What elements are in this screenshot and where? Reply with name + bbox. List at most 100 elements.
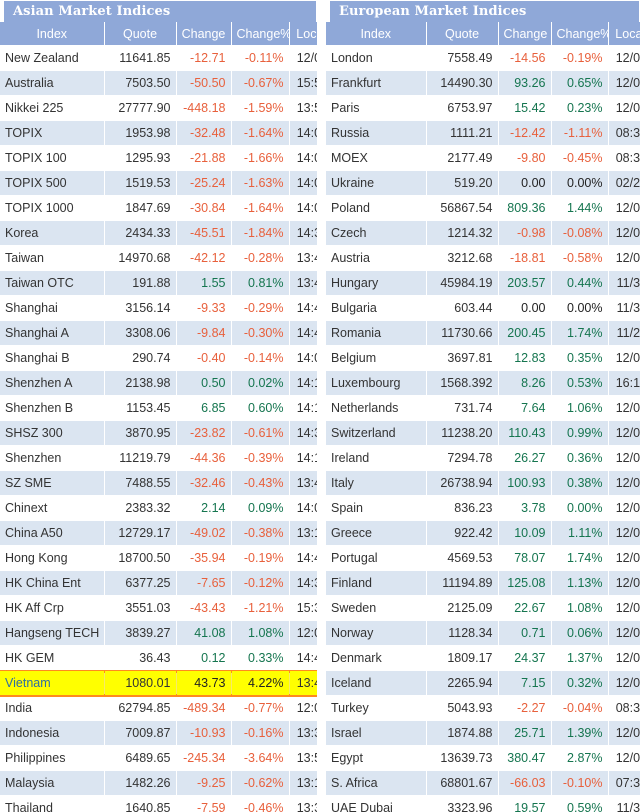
table-row[interactable]: New Zealand11641.85 -12.71 -0.11% 12/01 (0, 45, 317, 71)
cell-index-name[interactable]: Indonesia (0, 720, 105, 746)
cell-index-name[interactable]: Greece (326, 520, 427, 546)
cell-index-name[interactable]: Taiwan OTC (0, 270, 105, 296)
column-header-local[interactable]: Local (289, 22, 317, 46)
table-row[interactable]: Norway1128.34 0.71 0.06% 12/01 (326, 620, 640, 646)
table-row[interactable]: Ireland7294.78 26.27 0.36% 12/01 (326, 445, 640, 471)
table-row[interactable]: Russia1111.21 -12.42 -1.11% 08:31 (326, 120, 640, 146)
table-row[interactable]: Philippines6489.65 -245.34 -3.64% 13:50 (0, 745, 317, 771)
table-row[interactable]: Taiwan14970.68 -42.12 -0.28% 13:49 (0, 245, 317, 271)
table-row[interactable]: Italy26738.94 100.93 0.38% 12/01 (326, 470, 640, 496)
cell-index-name[interactable]: Philippines (0, 745, 105, 771)
table-row[interactable]: Greece922.42 10.09 1.11% 12/01 (326, 520, 640, 546)
cell-index-name[interactable]: Poland (326, 195, 427, 221)
cell-index-name[interactable]: Hangseng TECH (0, 620, 105, 646)
cell-index-name[interactable]: Australia (0, 70, 105, 96)
cell-index-name[interactable]: Israel (326, 720, 427, 746)
table-row[interactable]: Korea2434.33 -45.51 -1.84% 14:30 (0, 220, 317, 246)
cell-index-name[interactable]: Netherlands (326, 395, 427, 421)
cell-index-name[interactable]: India (0, 695, 105, 721)
cell-index-name[interactable]: Norway (326, 620, 427, 646)
cell-index-name[interactable]: Shanghai A (0, 320, 105, 346)
cell-index-name[interactable]: SZ SME (0, 470, 105, 496)
cell-index-name[interactable]: Shenzhen A (0, 370, 105, 396)
column-header-changepct[interactable]: Change% (551, 22, 609, 46)
table-row[interactable]: Sweden2125.09 22.67 1.08% 12/01 (326, 595, 640, 621)
table-row[interactable]: Frankfurt14490.30 93.26 0.65% 12/01 (326, 70, 640, 96)
cell-index-name[interactable]: New Zealand (0, 45, 105, 71)
table-row[interactable]: HK GEM36.43 0.12 0.33% 14:40 (0, 645, 317, 671)
table-row[interactable]: HK Aff Crp3551.03 -43.43 -1.21% 15:33 (0, 595, 317, 621)
table-row[interactable]: Shanghai3156.14 -9.33 -0.29% 14:46 (0, 295, 317, 321)
table-row[interactable]: Indonesia7009.87 -10.93 -0.16% 13:37 (0, 720, 317, 746)
table-row[interactable]: Spain836.23 3.78 0.00% 12/01 (326, 495, 640, 521)
table-row[interactable]: India62794.85 -489.34 -0.77% 12:02 (0, 695, 317, 721)
table-row[interactable]: TOPIX 10001847.69 -30.84 -1.64% 14:00 (0, 195, 317, 221)
table-row[interactable]: Taiwan OTC191.88 1.55 0.81% 13:49 (0, 270, 317, 296)
column-header-local[interactable]: Local (608, 22, 640, 46)
cell-index-name[interactable]: Hungary (326, 270, 427, 296)
table-row[interactable]: Shenzhen11219.79 -44.36 -0.39% 14:17 (0, 445, 317, 471)
table-row[interactable]: Luxembourg1568.392 8.26 0.53% 16:13 (326, 370, 640, 396)
table-row[interactable]: Shanghai A3308.06 -9.84 -0.30% 14:47 (0, 320, 317, 346)
cell-index-name[interactable]: Portugal (326, 545, 427, 571)
cell-index-name[interactable]: Hong Kong (0, 545, 105, 571)
table-row[interactable]: Hangseng TECH3839.27 41.08 1.08% 12:00 (0, 620, 317, 646)
cell-index-name[interactable]: Romania (326, 320, 427, 346)
cell-index-name[interactable]: HK GEM (0, 645, 105, 671)
cell-index-name[interactable]: Turkey (326, 695, 427, 721)
column-header-change[interactable]: Change (176, 22, 232, 46)
column-header-changepct[interactable]: Change% (231, 22, 290, 46)
cell-index-name[interactable]: SHSZ 300 (0, 420, 105, 446)
cell-index-name[interactable]: Vietnam (0, 670, 105, 696)
table-row[interactable]: S. Africa68801.67 -66.03 -0.10% 07:34 (326, 770, 640, 796)
table-row[interactable]: Israel1874.88 25.71 1.39% 12/01 (326, 720, 640, 746)
table-row[interactable]: UAE Dubai3323.96 19.57 0.59% 11/30 (326, 795, 640, 812)
table-row[interactable]: Nikkei 22527777.90 -448.18 -1.59% 13:59 (0, 95, 317, 121)
table-row[interactable]: Vietnam1080.01 43.73 4.22% 13:47 (0, 669, 317, 697)
cell-index-name[interactable]: Paris (326, 95, 427, 121)
cell-index-name[interactable]: Malaysia (0, 770, 105, 796)
table-row[interactable]: Finland11194.89 125.08 1.13% 12/01 (326, 570, 640, 596)
cell-index-name[interactable]: Sweden (326, 595, 427, 621)
table-row[interactable]: TOPIX1953.98 -32.48 -1.64% 14:00 (0, 120, 317, 146)
cell-index-name[interactable]: Luxembourg (326, 370, 427, 396)
cell-index-name[interactable]: TOPIX 100 (0, 145, 105, 171)
cell-index-name[interactable]: HK Aff Crp (0, 595, 105, 621)
cell-index-name[interactable]: Ukraine (326, 170, 427, 196)
cell-index-name[interactable]: HK China Ent (0, 570, 105, 596)
table-row[interactable]: Poland56867.54 809.36 1.44% 12/01 (326, 195, 640, 221)
cell-index-name[interactable]: Korea (0, 220, 105, 246)
cell-index-name[interactable]: Italy (326, 470, 427, 496)
cell-index-name[interactable]: S. Africa (326, 770, 427, 796)
column-header-change[interactable]: Change (498, 22, 552, 46)
cell-index-name[interactable]: Czech (326, 220, 427, 246)
table-row[interactable]: Shanghai B290.74 -0.40 -0.14% 14:07 (0, 345, 317, 371)
cell-index-name[interactable]: TOPIX 1000 (0, 195, 105, 221)
cell-index-name[interactable]: Frankfurt (326, 70, 427, 96)
cell-index-name[interactable]: Chinext (0, 495, 105, 521)
cell-index-name[interactable]: London (326, 45, 427, 71)
cell-index-name[interactable]: Shanghai (0, 295, 105, 321)
table-row[interactable]: Australia7503.50 -50.50 -0.67% 15:51 (0, 70, 317, 96)
table-row[interactable]: Egypt13639.73 380.47 2.87% 12/01 (326, 745, 640, 771)
table-row[interactable]: SZ SME7488.55 -32.46 -0.43% 13:40 (0, 470, 317, 496)
cell-index-name[interactable]: Shenzhen (0, 445, 105, 471)
table-row[interactable]: SHSZ 3003870.95 -23.82 -0.61% 14:30 (0, 420, 317, 446)
cell-index-name[interactable]: Austria (326, 245, 427, 271)
table-row[interactable]: HK China Ent6377.25 -7.65 -0.12% 14:32 (0, 570, 317, 596)
table-row[interactable]: Switzerland11238.20 110.43 0.99% 12/01 (326, 420, 640, 446)
cell-index-name[interactable]: Nikkei 225 (0, 95, 105, 121)
column-header-quote[interactable]: Quote (426, 22, 499, 46)
cell-index-name[interactable]: Belgium (326, 345, 427, 371)
column-header-index[interactable]: Index (326, 22, 427, 46)
table-row[interactable]: London7558.49 -14.56 -0.19% 12/01 (326, 45, 640, 71)
table-row[interactable]: Ukraine519.20 0.00 0.00% 02/22 (326, 170, 640, 196)
cell-index-name[interactable]: Thailand (0, 795, 105, 812)
cell-index-name[interactable]: TOPIX (0, 120, 105, 146)
cell-index-name[interactable]: Bulgaria (326, 295, 427, 321)
cell-index-name[interactable]: Spain (326, 495, 427, 521)
cell-index-name[interactable]: Iceland (326, 670, 427, 696)
cell-index-name[interactable]: MOEX (326, 145, 427, 171)
table-row[interactable]: Hong Kong18700.50 -35.94 -0.19% 14:47 (0, 545, 317, 571)
table-row[interactable]: Netherlands731.74 7.64 1.06% 12/01 (326, 395, 640, 421)
